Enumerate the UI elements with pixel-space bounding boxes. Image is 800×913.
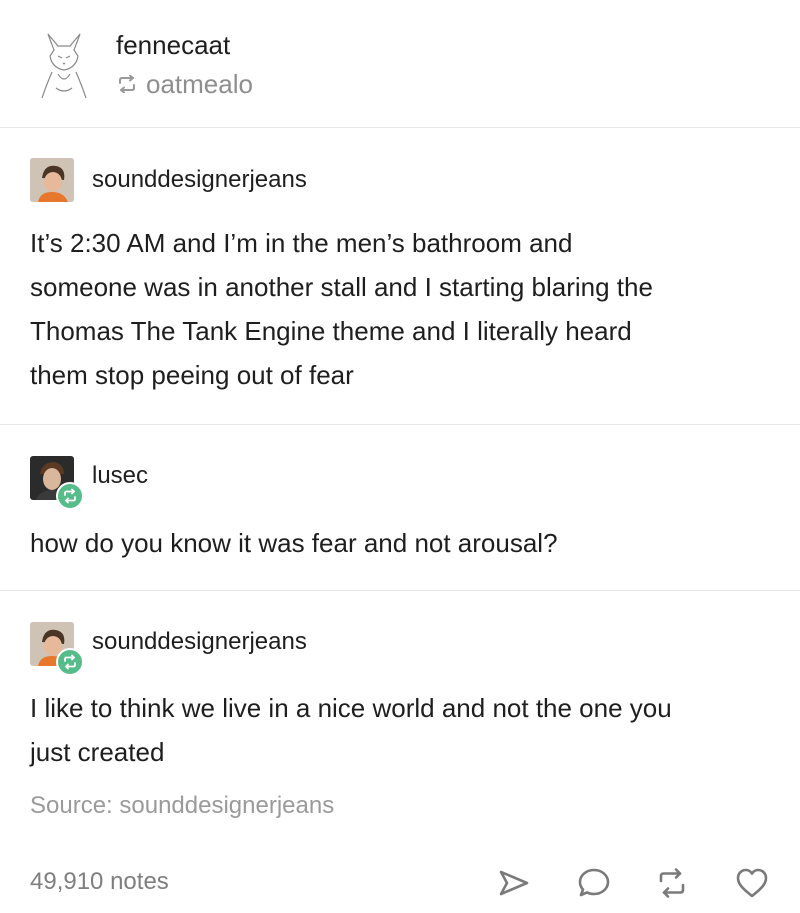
reblog-icon — [659, 868, 685, 898]
reblog-icon — [119, 75, 135, 93]
post-username[interactable]: sounddesignerjeans — [92, 628, 307, 656]
post-username[interactable]: sounddesignerjeans — [92, 166, 307, 194]
reblog-icon — [64, 488, 76, 504]
share-button[interactable] — [496, 865, 532, 901]
post-text-line: I like to think we live in a nice world … — [30, 693, 672, 723]
post-body: It’s 2:30 AM and I’m in the men’s bathro… — [30, 221, 770, 397]
post-text-line: someone was in another stall and I start… — [30, 272, 653, 302]
user-photo-icon — [30, 158, 74, 202]
reblog-source-row[interactable]: oatmealo — [116, 68, 253, 100]
fox-sketch-icon — [41, 33, 87, 99]
like-button[interactable] — [734, 865, 770, 901]
reblog-badge — [56, 648, 84, 676]
divider — [0, 424, 800, 425]
notes-count[interactable]: 49,910 notes — [30, 868, 169, 896]
post-text-line: how do you know it was fear and not arou… — [30, 528, 558, 558]
post-text-line: Thomas The Tank Engine theme and I liter… — [30, 316, 632, 346]
comment-icon — [578, 868, 610, 897]
divider — [0, 590, 800, 591]
reblog-badge — [56, 482, 84, 510]
share-icon — [499, 870, 529, 896]
post-body: how do you know it was fear and not arou… — [30, 521, 770, 565]
post-text-line: It’s 2:30 AM and I’m in the men’s bathro… — [30, 228, 573, 258]
divider — [0, 127, 800, 128]
post-text-line: just created — [30, 737, 165, 767]
reblog-icon — [64, 654, 76, 670]
source-link[interactable]: Source: sounddesignerjeans — [30, 792, 334, 820]
post-username[interactable]: lusec — [92, 462, 148, 490]
post-text-line: them stop peeing out of fear — [30, 360, 354, 390]
reblogged-from-username: oatmealo — [146, 68, 253, 99]
op-avatar[interactable] — [36, 28, 92, 100]
post-body: I like to think we live in a nice world … — [30, 686, 770, 774]
avatar[interactable] — [30, 158, 74, 202]
reblog-button[interactable] — [654, 865, 690, 901]
heart-icon — [736, 868, 768, 898]
comment-button[interactable] — [576, 865, 612, 901]
op-username[interactable]: fennecaat — [116, 30, 230, 61]
